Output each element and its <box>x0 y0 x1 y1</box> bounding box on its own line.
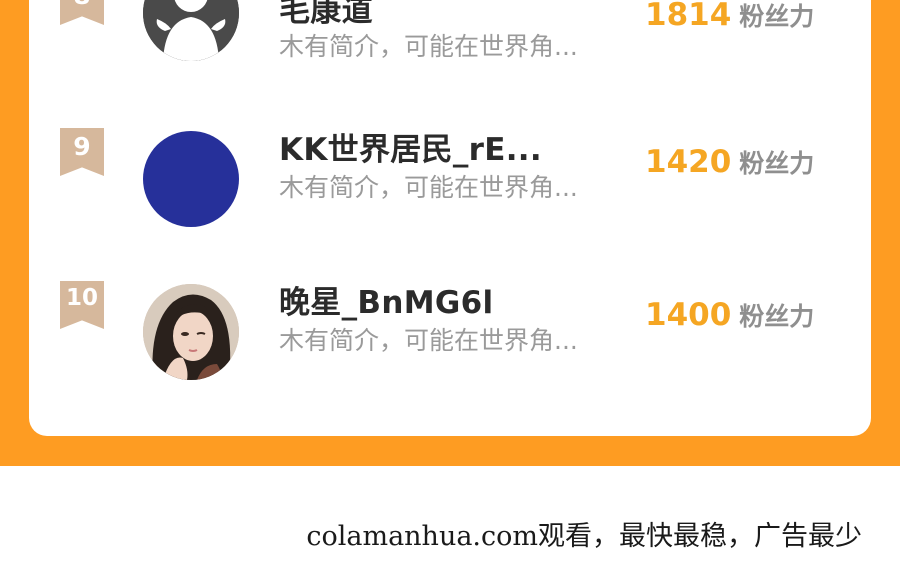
user-avatar[interactable] <box>143 284 239 380</box>
rank-number: 9 <box>73 132 91 161</box>
user-name[interactable]: KK世界居民_rE... <box>279 124 542 169</box>
site-watermark: colamanhua.com观看，最快最稳，广告最少 <box>306 521 862 552</box>
rank-number: 10 <box>65 285 98 311</box>
ranking-row-10[interactable]: 10 晚星_BnMG6l 木有简介，可能在世界角... 1400 粉丝力 <box>29 277 871 387</box>
user-avatar[interactable] <box>143 131 239 227</box>
fans-count: 1400 <box>645 297 732 333</box>
user-name[interactable]: 晚星_BnMG6l <box>279 277 493 322</box>
ghost-avatar-icon <box>143 0 239 61</box>
fans-power: 1400 粉丝力 <box>645 297 814 333</box>
user-bio: 木有简介，可能在世界角... <box>279 326 578 355</box>
portrait-photo-icon <box>143 284 239 380</box>
user-name[interactable]: 毛康道 <box>279 0 373 30</box>
fans-unit-label: 粉丝力 <box>739 149 815 178</box>
rank-number: 8 <box>73 0 90 25</box>
user-bio: 木有简介，可能在世界角... <box>279 32 578 61</box>
rank-badge: 10 <box>60 281 104 329</box>
ranking-row-9[interactable]: 9 KK世界居民_rE... 木有简介，可能在世界角... 1420 粉丝力 <box>29 124 871 234</box>
ranking-list-card: 8 毛康道 木有简介，可能在世界角... 1814粉丝力 9 KK世界居民_rE… <box>29 0 871 436</box>
fans-power: 1814 粉丝力 <box>645 0 814 33</box>
user-avatar[interactable] <box>143 0 239 61</box>
fans-power: 1420 粉丝力 <box>645 144 814 180</box>
rank-badge: 9 <box>60 128 104 176</box>
fans-count: 1814 <box>645 0 732 33</box>
ranking-row-8[interactable]: 8 毛康道 木有简介，可能在世界角... 1814粉丝力 <box>29 0 871 75</box>
rank-badge: 8 <box>60 0 104 25</box>
fans-unit-label: 粉丝力 <box>739 2 815 31</box>
fans-unit-label: 粉丝力 <box>739 302 815 331</box>
user-bio: 木有简介，可能在世界角... <box>279 173 578 202</box>
fans-count: 1420 <box>645 144 732 180</box>
